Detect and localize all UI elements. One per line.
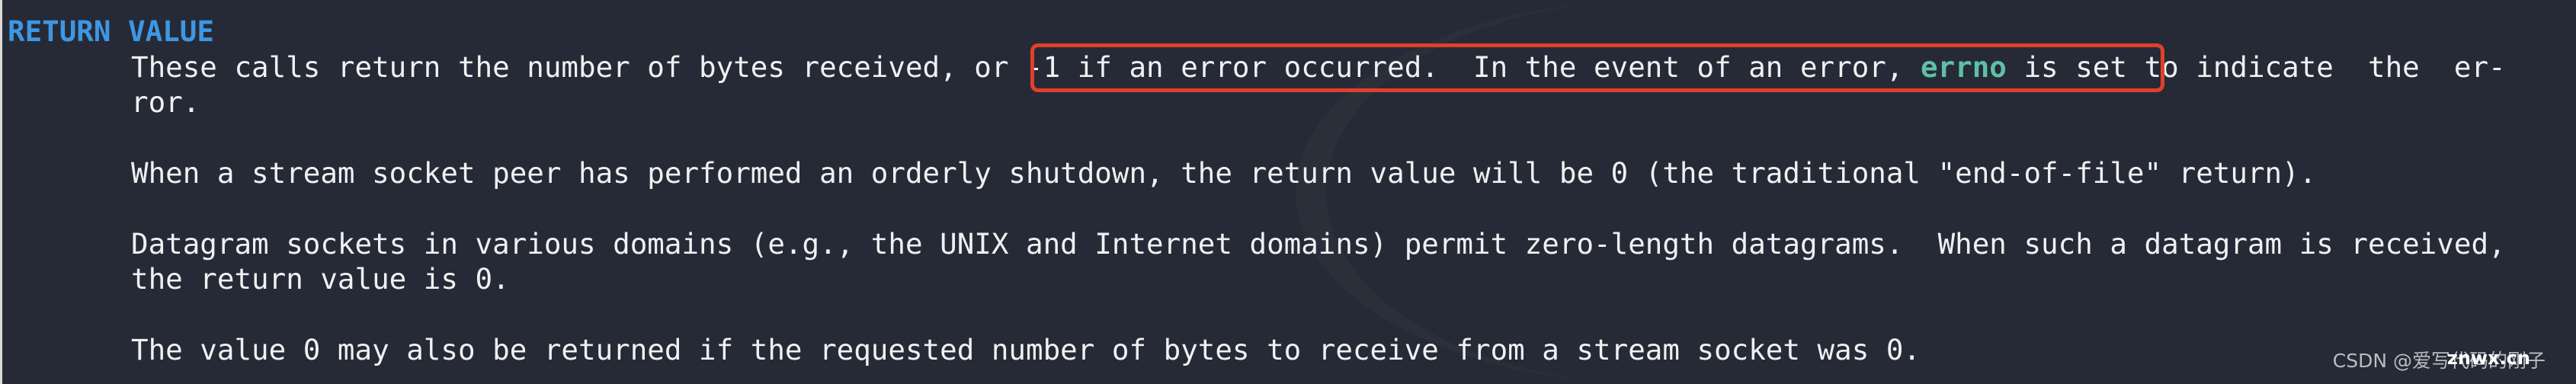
text: to indicate the er- xyxy=(2126,50,2506,84)
paragraph-4-line-1: The value 0 may also be returned if the … xyxy=(131,333,1921,366)
paragraph-1-line-2: ror. xyxy=(131,85,200,119)
window-edge xyxy=(0,0,2,384)
highlight-box xyxy=(1030,43,2164,92)
text: These calls return the number of bytes r… xyxy=(131,50,1026,84)
paragraph-3-line-2: the return value is 0. xyxy=(131,262,510,296)
paragraph-2-line-1: When a stream socket peer has performed … xyxy=(131,156,2317,190)
watermark-overlay: znwx.cn xyxy=(2446,347,2530,369)
paragraph-3-line-1: Datagram sockets in various domains (e.g… xyxy=(131,227,2506,261)
section-heading: RETURN VALUE xyxy=(8,14,214,48)
